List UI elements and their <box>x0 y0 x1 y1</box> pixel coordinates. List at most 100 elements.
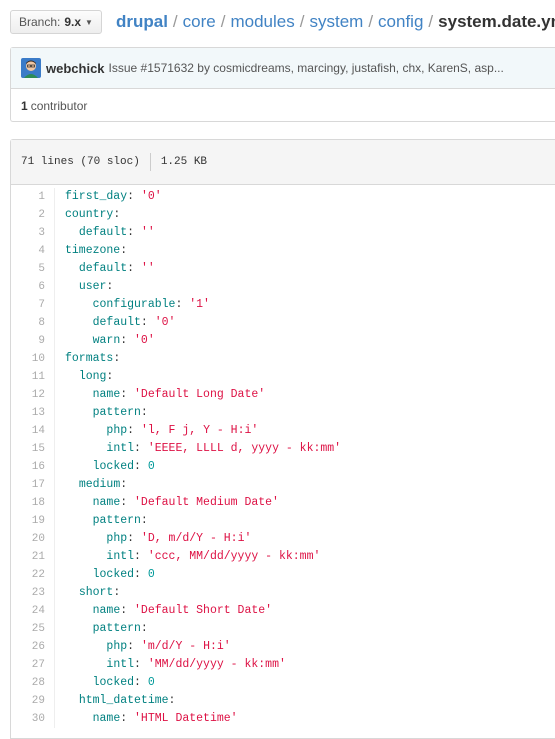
line-number[interactable]: 25 <box>11 620 55 638</box>
yaml-key: short <box>78 586 114 599</box>
line-number[interactable]: 18 <box>11 494 55 512</box>
breadcrumb-separator: / <box>299 12 305 31</box>
line-content: php: 'm/d/Y - H:i' <box>106 640 231 653</box>
line-number[interactable]: 21 <box>11 548 55 566</box>
line-content: locked: 0 <box>92 568 155 581</box>
code-line: 28 locked: 0 <box>11 674 555 692</box>
line-number[interactable]: 13 <box>11 404 55 422</box>
latest-commit: webchick Issue #1571632 by cosmicdreams,… <box>11 48 555 89</box>
yaml-key: locked <box>92 568 135 581</box>
yaml-key: php <box>106 424 128 437</box>
line-number[interactable]: 27 <box>11 656 55 674</box>
line-content: locked: 0 <box>92 676 155 689</box>
line-number[interactable]: 29 <box>11 692 55 710</box>
line-number[interactable]: 20 <box>11 530 55 548</box>
branch-select-button[interactable]: Branch: 9.x ▼ <box>10 10 102 34</box>
line-content: intl: 'MM/dd/yyyy - kk:mm' <box>106 658 286 671</box>
breadcrumb-link-config[interactable]: config <box>378 12 423 32</box>
line-content: default: '' <box>78 262 155 275</box>
line-content: name: 'Default Long Date' <box>92 388 266 401</box>
line-content: name: 'Default Medium Date' <box>92 496 279 509</box>
line-content: long: <box>78 370 114 383</box>
line-number[interactable]: 16 <box>11 458 55 476</box>
yaml-key: long <box>78 370 107 383</box>
line-content: default: '' <box>78 226 155 239</box>
avatar[interactable] <box>21 58 41 78</box>
code-line: 2 country: <box>11 206 555 224</box>
code-line: 22 locked: 0 <box>11 566 555 584</box>
line-number[interactable]: 6 <box>11 278 55 296</box>
yaml-key: html_datetime <box>78 694 169 707</box>
yaml-value: 'Default Short Date' <box>134 604 273 617</box>
line-number[interactable]: 7 <box>11 296 55 314</box>
code-line: 29 html_datetime: <box>11 692 555 710</box>
line-number[interactable]: 22 <box>11 566 55 584</box>
breadcrumb-root-link[interactable]: drupal <box>116 12 168 32</box>
yaml-key: name <box>92 604 121 617</box>
yaml-key: name <box>92 388 121 401</box>
line-number[interactable]: 26 <box>11 638 55 656</box>
line-number[interactable]: 2 <box>11 206 55 224</box>
line-number[interactable]: 15 <box>11 440 55 458</box>
line-number[interactable]: 17 <box>11 476 55 494</box>
line-number[interactable]: 28 <box>11 674 55 692</box>
yaml-value: '1' <box>189 298 210 311</box>
yaml-key: locked <box>92 460 135 473</box>
code-line: 17 medium: <box>11 476 555 494</box>
line-number[interactable]: 4 <box>11 242 55 260</box>
line-content: warn: '0' <box>92 334 155 347</box>
line-number[interactable]: 19 <box>11 512 55 530</box>
line-content: locked: 0 <box>92 460 155 473</box>
breadcrumb-link-core[interactable]: core <box>183 12 216 32</box>
line-number[interactable]: 1 <box>11 188 55 206</box>
code-line: 13 pattern: <box>11 404 555 422</box>
breadcrumb: drupal / core / modules / system / confi… <box>116 12 555 32</box>
line-number[interactable]: 11 <box>11 368 55 386</box>
commit-author-link[interactable]: webchick <box>46 61 105 76</box>
line-content: country: <box>65 208 121 221</box>
line-number[interactable]: 5 <box>11 260 55 278</box>
yaml-key: pattern <box>92 514 141 527</box>
yaml-key: first_day <box>65 190 128 203</box>
line-content: short: <box>78 586 121 599</box>
code-line: 27 intl: 'MM/dd/yyyy - kk:mm' <box>11 656 555 674</box>
yaml-key: php <box>106 532 128 545</box>
breadcrumb-link-system[interactable]: system <box>309 12 363 32</box>
header-divider <box>149 153 151 171</box>
yaml-value: '' <box>140 262 155 275</box>
yaml-key: user <box>78 280 107 293</box>
code-line: 25 pattern: <box>11 620 555 638</box>
line-content: medium: <box>78 478 128 491</box>
line-number[interactable]: 24 <box>11 602 55 620</box>
yaml-value: 0 <box>147 676 155 689</box>
yaml-value: 'D, m/d/Y - H:i' <box>140 532 252 545</box>
commit-message[interactable]: Issue #1571632 by cosmicdreams, marcingy… <box>109 61 504 75</box>
contributor-count: 1 <box>21 99 28 113</box>
yaml-key: intl <box>106 550 135 563</box>
line-number[interactable]: 3 <box>11 224 55 242</box>
line-number[interactable]: 12 <box>11 386 55 404</box>
code-line: 7 configurable: '1' <box>11 296 555 314</box>
line-number[interactable]: 9 <box>11 332 55 350</box>
line-number[interactable]: 10 <box>11 350 55 368</box>
yaml-value: '' <box>140 226 155 239</box>
yaml-key: medium <box>78 478 121 491</box>
breadcrumb-link-modules[interactable]: modules <box>230 12 294 32</box>
line-number[interactable]: 30 <box>11 710 55 728</box>
code-line: 9 warn: '0' <box>11 332 555 350</box>
yaml-key: intl <box>106 658 135 671</box>
yaml-key: locked <box>92 676 135 689</box>
line-content: intl: 'EEEE, LLLL d, yyyy - kk:mm' <box>106 442 342 455</box>
code-line: 12 name: 'Default Long Date' <box>11 386 555 404</box>
code-line: 10 formats: <box>11 350 555 368</box>
line-content: configurable: '1' <box>92 298 210 311</box>
yaml-value: 'ccc, MM/dd/yyyy - kk:mm' <box>147 550 321 563</box>
file-size: 1.25 KB <box>160 156 208 168</box>
line-number[interactable]: 14 <box>11 422 55 440</box>
line-content: name: 'Default Short Date' <box>92 604 273 617</box>
line-number[interactable]: 8 <box>11 314 55 332</box>
yaml-key: default <box>92 316 141 329</box>
yaml-value: 'Default Medium Date' <box>134 496 279 509</box>
line-number[interactable]: 23 <box>11 584 55 602</box>
contributors-summary[interactable]: 1 contributor <box>11 89 555 123</box>
